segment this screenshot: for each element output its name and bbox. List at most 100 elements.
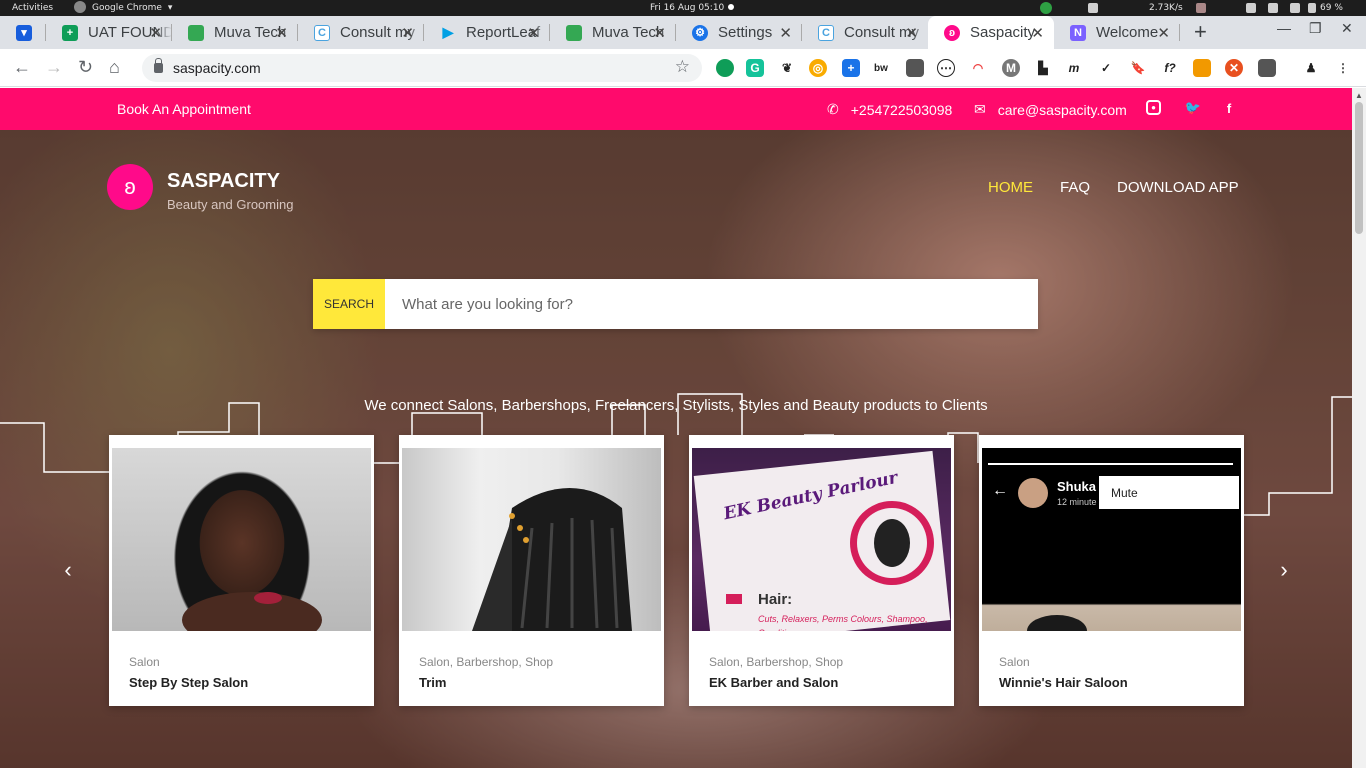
email-link[interactable]: ✉ care@saspacity.com xyxy=(974,101,1127,118)
extension-ring-icon[interactable]: ◎ xyxy=(809,59,827,77)
card-image[interactable] xyxy=(112,448,371,631)
close-icon[interactable]: ✕ xyxy=(779,24,792,42)
close-icon[interactable]: ✕ xyxy=(1031,24,1044,42)
maps-icon xyxy=(566,24,582,41)
volume-icon[interactable] xyxy=(1290,3,1300,13)
listing-card-step-by-step[interactable]: Salon Step By Step Salon xyxy=(109,435,374,706)
scroll-up-icon[interactable]: ▲ xyxy=(1355,91,1363,100)
scrollbar-thumb[interactable] xyxy=(1355,102,1363,234)
close-icon[interactable]: ✕ xyxy=(527,24,540,42)
card-title[interactable]: Step By Step Salon xyxy=(129,675,248,690)
extension-plus-icon[interactable]: + xyxy=(842,59,860,77)
extension-puzzle-icon[interactable] xyxy=(1258,59,1276,77)
home-icon[interactable]: ⌂ xyxy=(109,57,120,78)
tab-muva-tech-2[interactable]: Muva Tech ✕ xyxy=(550,16,676,49)
forward-icon[interactable]: → xyxy=(45,57,63,78)
tab-bitwarden[interactable]: ▾ xyxy=(0,16,46,49)
hero-tagline: We connect Salons, Barbershops, Freelanc… xyxy=(364,397,988,414)
close-icon[interactable]: ✕ xyxy=(275,24,288,42)
card-title[interactable]: Trim xyxy=(419,675,446,690)
system-top-bar: Activities Google Chrome ▾ Fri 16 Aug 05… xyxy=(0,0,1366,16)
tab-welcome[interactable]: N Welcome ✕ xyxy=(1054,16,1180,49)
tab-settings[interactable]: ⚙ Settings ✕ xyxy=(676,16,802,49)
carousel-prev-icon[interactable]: ‹ xyxy=(53,555,83,585)
wifi-icon[interactable] xyxy=(1268,3,1278,13)
minimize-button[interactable]: — xyxy=(1277,20,1291,36)
extension-bookmark-icon[interactable]: 🔖 xyxy=(1129,59,1147,77)
sheets-icon: + xyxy=(62,24,78,41)
facebook-icon[interactable]: f xyxy=(1221,100,1237,116)
extension-m-icon[interactable]: M xyxy=(1002,59,1020,77)
extension-fx-icon[interactable]: f? xyxy=(1161,59,1179,77)
extension-rainbow-icon[interactable]: ◠ xyxy=(969,59,987,77)
lock-icon[interactable] xyxy=(154,58,163,73)
card-title[interactable]: Winnie's Hair Saloon xyxy=(999,675,1128,690)
maps-icon xyxy=(188,24,204,41)
tab-reportleaf[interactable]: ▶ ReportLeaf ✕ xyxy=(424,16,550,49)
card-title[interactable]: EK Barber and Salon xyxy=(709,675,838,690)
close-icon[interactable]: ✕ xyxy=(653,24,666,42)
listing-card-ek-barber[interactable]: EK Beauty Parlour Hair: Cuts, Relaxers, … xyxy=(689,435,954,706)
bookmark-star-icon[interactable]: ☆ xyxy=(675,57,690,77)
tab-strip: ▾ + UAT FOUND ✕ Muva Tech ✕ C Consult my… xyxy=(0,16,1366,49)
app-menu[interactable]: Google Chrome ▾ xyxy=(74,1,172,13)
slack-icon[interactable] xyxy=(1088,3,1098,13)
clipboard-icon[interactable] xyxy=(1196,3,1206,13)
nav-faq[interactable]: FAQ xyxy=(1060,179,1090,196)
grammarly-icon[interactable]: G xyxy=(746,59,764,77)
card-image[interactable]: ← Shuka B 12 minute Mute xyxy=(982,448,1241,631)
extension-shield-icon[interactable] xyxy=(906,59,924,77)
card-image[interactable]: EK Beauty Parlour Hair: Cuts, Relaxers, … xyxy=(692,448,951,631)
extension-red-icon[interactable]: ✕ xyxy=(1225,59,1243,77)
listing-card-trim[interactable]: Salon, Barbershop, Shop Trim xyxy=(399,435,664,706)
book-appointment-link[interactable]: Book An Appointment xyxy=(117,101,251,117)
braids-photo xyxy=(1027,615,1087,631)
extension-bw-icon[interactable]: bw xyxy=(872,59,890,77)
carousel-next-icon[interactable]: › xyxy=(1269,555,1299,585)
clock[interactable]: Fri 16 Aug 05:10 xyxy=(650,3,735,13)
brand-logo[interactable]: ʚ SASPACITY Beauty and Grooming xyxy=(107,164,293,212)
screen-icon[interactable] xyxy=(1246,3,1256,13)
phone-link[interactable]: ✆ +254722503098 xyxy=(827,101,952,118)
card-image[interactable] xyxy=(402,448,661,631)
listing-card-winnies[interactable]: ← Shuka B 12 minute Mute Salon Winnie's … xyxy=(979,435,1244,706)
activities-button[interactable]: Activities xyxy=(12,3,53,13)
logo-icon: ʚ xyxy=(107,164,153,210)
nav-download-app[interactable]: DOWNLOAD APP xyxy=(1117,179,1239,196)
new-tab-button[interactable]: + xyxy=(1194,19,1207,45)
tab-saspacity[interactable]: ʚ Saspacity ✕ xyxy=(928,16,1054,49)
extension-squirrel-icon[interactable]: ❦ xyxy=(778,59,796,77)
extension-doc-icon[interactable]: ▙ xyxy=(1034,59,1052,77)
card-category: Salon, Barbershop, Shop xyxy=(419,655,554,669)
profile-icon[interactable]: ♟ xyxy=(1302,59,1320,77)
window-close-button[interactable]: ✕ xyxy=(1341,20,1353,37)
extension-check-icon[interactable]: ✓ xyxy=(1097,59,1115,77)
close-icon[interactable]: ✕ xyxy=(401,24,414,42)
menu-dots-icon[interactable]: ⋮ xyxy=(1334,59,1352,77)
extension-dots-icon[interactable]: ⋯ xyxy=(937,59,955,77)
address-bar[interactable]: saspacity.com ☆ xyxy=(142,54,702,82)
tab-consult-my-2[interactable]: C Consult my ✕ xyxy=(802,16,928,49)
battery-icon[interactable] xyxy=(1308,3,1316,13)
page-scrollbar[interactable]: ▲ xyxy=(1352,88,1366,768)
maximize-button[interactable]: ❐ xyxy=(1309,20,1322,37)
instagram-icon[interactable]: ● xyxy=(1146,100,1161,115)
search-input[interactable] xyxy=(385,279,1038,329)
close-icon[interactable]: ✕ xyxy=(149,24,162,42)
search-button[interactable]: SEARCH xyxy=(313,279,385,329)
twitter-icon[interactable]: 🐦 xyxy=(1185,100,1201,116)
nav-home[interactable]: HOME xyxy=(988,179,1033,196)
notification-dot-icon xyxy=(728,4,735,10)
tab-muva-tech[interactable]: Muva Tech ✕ xyxy=(172,16,298,49)
reload-icon[interactable]: ↻ xyxy=(78,57,93,78)
close-icon[interactable]: ✕ xyxy=(1157,24,1170,42)
tab-consult-my[interactable]: C Consult my ✕ xyxy=(298,16,424,49)
tab-uat-found[interactable]: + UAT FOUND ✕ xyxy=(46,16,172,49)
extension-green-icon[interactable] xyxy=(716,59,734,77)
phone-icon: ✆ xyxy=(827,101,839,117)
extension-orange-icon[interactable] xyxy=(1193,59,1211,77)
close-icon[interactable]: ✕ xyxy=(905,24,918,42)
url-text[interactable]: saspacity.com xyxy=(173,60,261,76)
extension-italic-m-icon[interactable]: m xyxy=(1065,59,1083,77)
back-icon[interactable]: ← xyxy=(13,57,31,78)
